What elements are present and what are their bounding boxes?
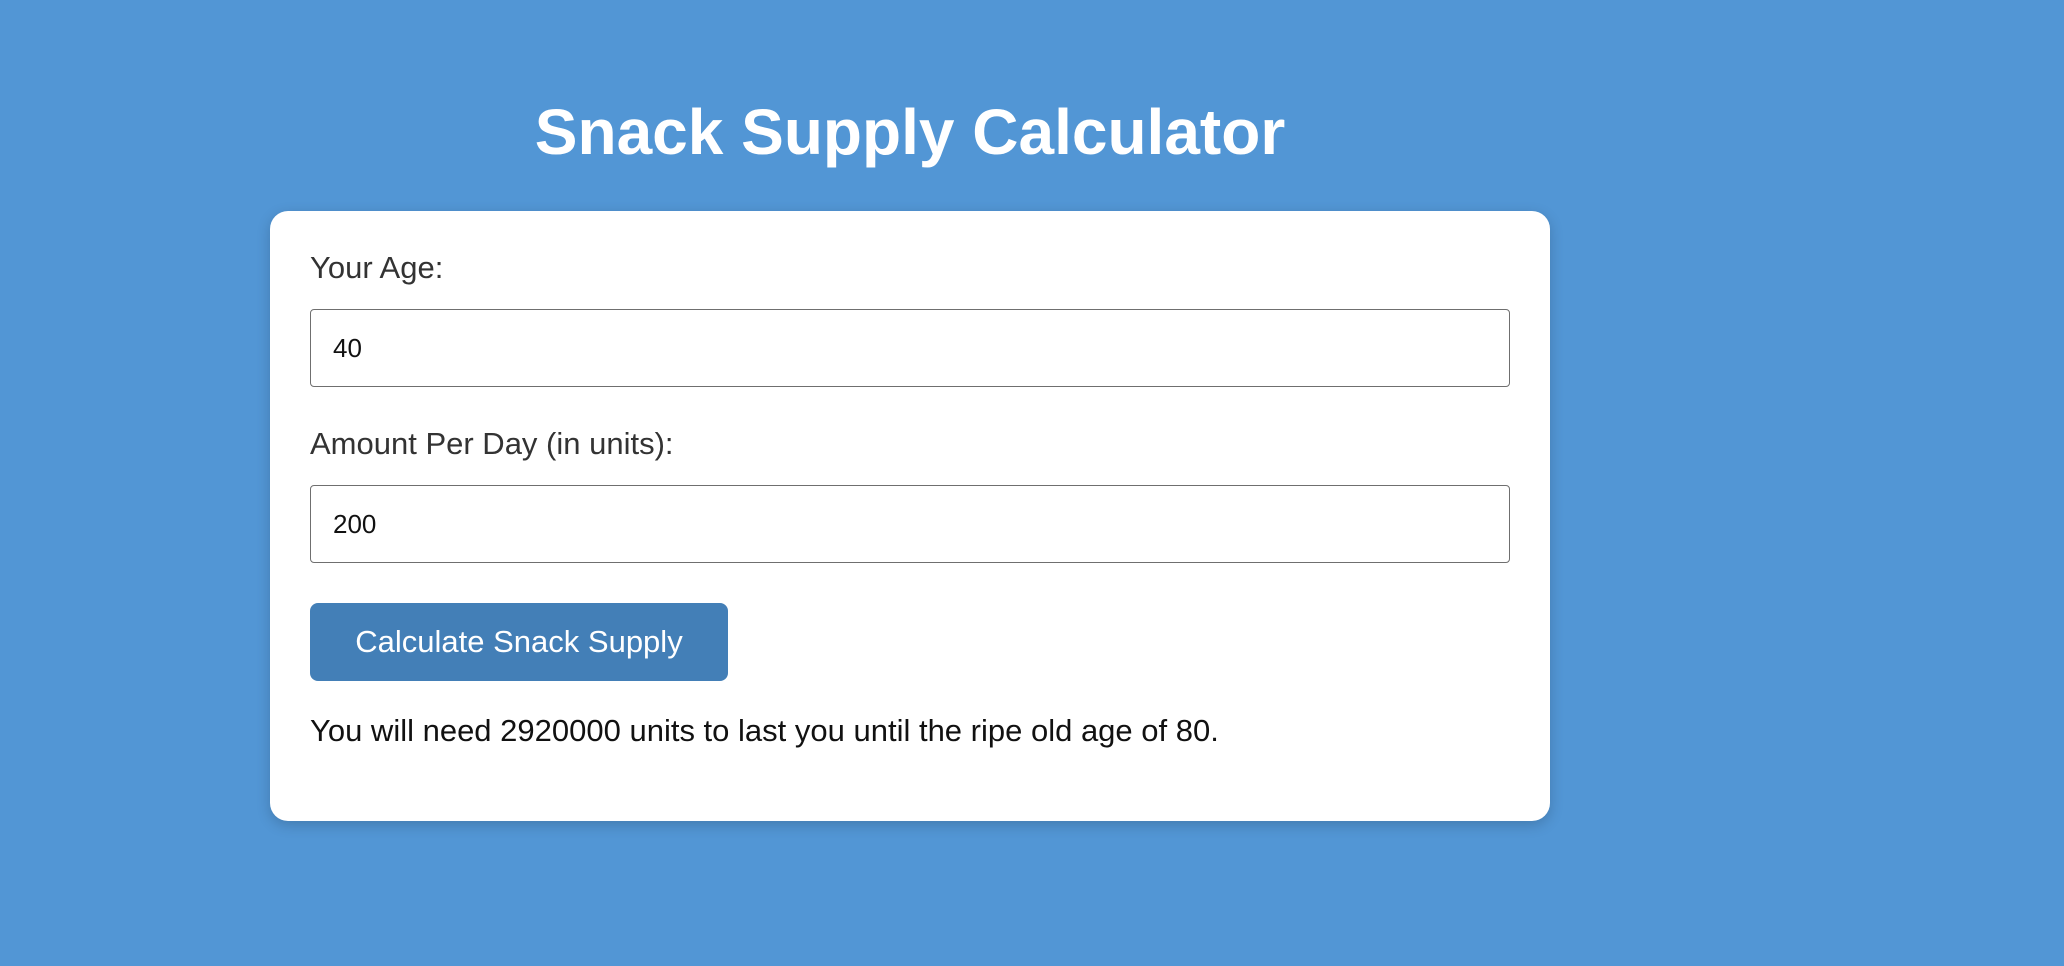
page-title: Snack Supply Calculator xyxy=(534,96,1286,168)
page: Snack Supply Calculator Your Age: Amount… xyxy=(0,0,2064,966)
result-text: You will need 2920000 units to last you … xyxy=(310,713,1219,748)
calculator-card: Your Age: Amount Per Day (in units): Cal… xyxy=(270,211,1550,821)
calculate-snack-supply-button[interactable]: Calculate Snack Supply xyxy=(310,603,728,681)
amount-per-day-label: Amount Per Day (in units): xyxy=(310,426,674,461)
age-label: Your Age: xyxy=(310,250,444,285)
age-input[interactable] xyxy=(310,309,1510,387)
amount-per-day-input[interactable] xyxy=(310,485,1510,563)
